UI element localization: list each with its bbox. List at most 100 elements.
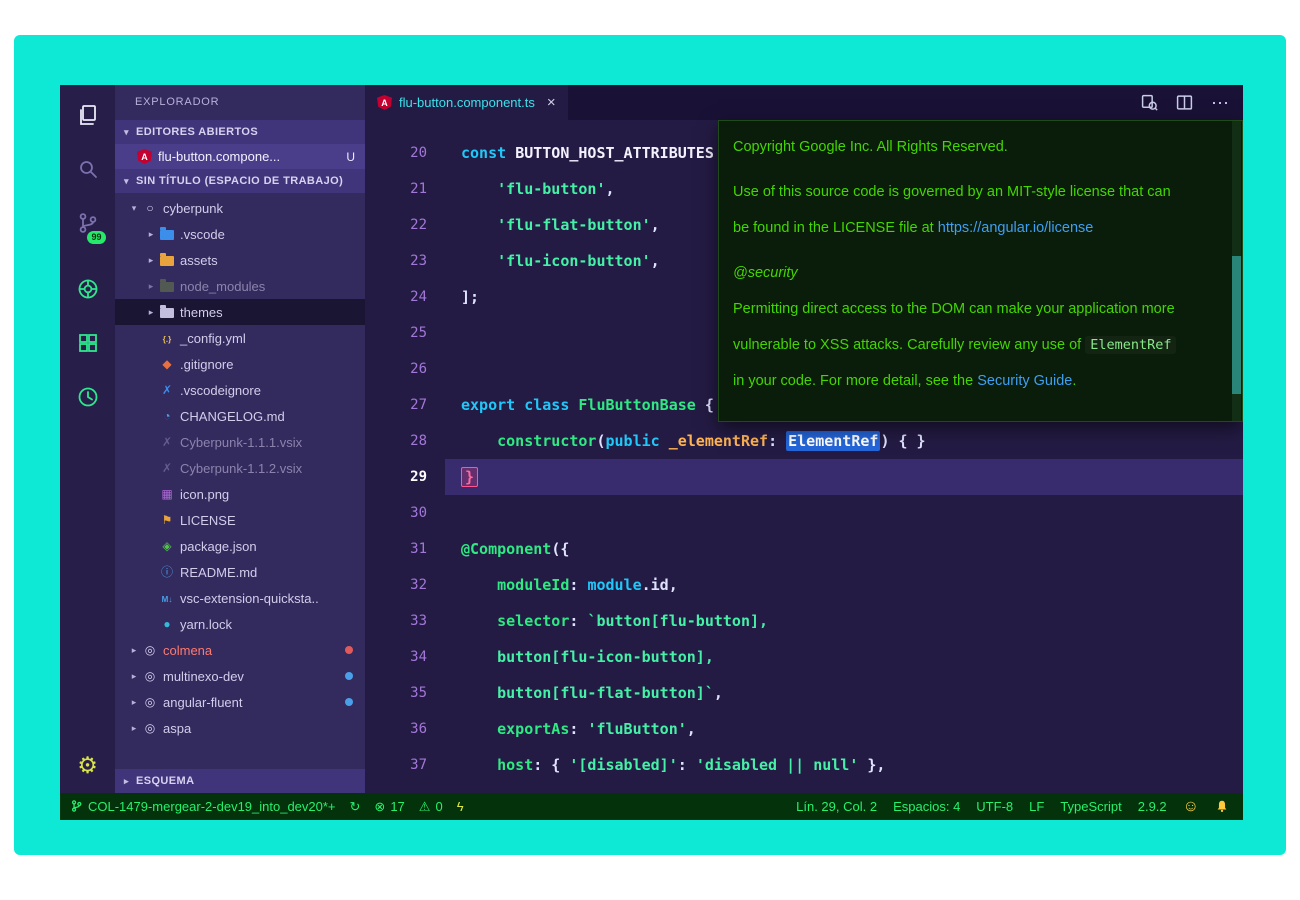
activity-bar: 99 ⚙ xyxy=(60,85,115,793)
statusbar-language-mode[interactable]: TypeScript xyxy=(1060,799,1121,814)
file-type-icon: ▦ xyxy=(158,488,176,500)
code-line[interactable]: 28 constructor(public _elementRef: Eleme… xyxy=(365,423,1243,459)
file-type-icon: ⚑ xyxy=(158,514,176,526)
tree-item-label: assets xyxy=(180,253,218,268)
code-line[interactable]: 34 button[flu-icon-button], xyxy=(365,639,1243,675)
tree-item-label: angular-fluent xyxy=(163,695,243,710)
tree-item[interactable]: ▸◎multinexo-dev xyxy=(115,663,365,689)
statusbar-feedback[interactable]: ☺ xyxy=(1183,799,1199,815)
code-line[interactable]: 31@Component({ xyxy=(365,531,1243,567)
activity-items: 99 xyxy=(73,101,103,437)
code-text: const BUTTON_HOST_ATTRIBUTES = [ xyxy=(445,144,750,162)
tab-flu-button-component[interactable]: A flu-button.component.ts × xyxy=(365,85,568,120)
activity-search-icon[interactable] xyxy=(73,155,103,183)
lightning-icon: ϟ xyxy=(457,800,464,813)
file-type-icon: ● xyxy=(158,618,176,630)
code-line[interactable]: 32 moduleId: module.id, xyxy=(365,567,1243,603)
outline-header[interactable]: ▸ ESQUEMA xyxy=(115,769,365,793)
open-changes-icon[interactable] xyxy=(1141,94,1158,111)
code-line[interactable]: 30 xyxy=(365,495,1243,531)
code-line[interactable]: 35 button[flu-flat-button]`, xyxy=(365,675,1243,711)
open-editor-item[interactable]: A flu-button.compone... U xyxy=(115,144,365,169)
tooltip-link[interactable]: https://angular.io/license xyxy=(938,220,1094,236)
tree-item-label: CHANGELOG.md xyxy=(180,409,285,424)
activity-extensions-icon[interactable] xyxy=(73,329,103,357)
file-type-icon: ◈ xyxy=(158,540,176,552)
code-text: exportAs: 'fluButton', xyxy=(445,720,696,738)
activity-source-control-icon[interactable]: 99 xyxy=(73,209,103,237)
activity-explorer-icon[interactable] xyxy=(73,101,103,129)
line-number: 20 xyxy=(365,145,445,161)
tree-item[interactable]: ◔CHANGELOG.md xyxy=(115,403,365,429)
code-text: moduleId: module.id, xyxy=(445,576,678,594)
file-type-icon: ◎ xyxy=(141,670,159,682)
file-type-icon: M↓ xyxy=(158,592,176,604)
tooltip-line: @security xyxy=(733,255,1228,291)
status-dot xyxy=(345,646,353,654)
tree-item[interactable]: M↓vsc-extension-quicksta.. xyxy=(115,585,365,611)
statusbar-ts-version[interactable]: 2.9.2 xyxy=(1138,799,1167,814)
statusbar-notifications[interactable] xyxy=(1215,799,1229,815)
tree-item[interactable]: ▸themes xyxy=(115,299,365,325)
statusbar-lightning[interactable]: ϟ xyxy=(457,800,464,813)
statusbar-branch-indicator[interactable]: COL-1479-mergear-2-dev19_into_dev20*+ xyxy=(70,799,336,815)
split-editor-icon[interactable] xyxy=(1176,94,1193,111)
line-number: 23 xyxy=(365,253,445,269)
status-right: Lín. 29, Col. 2 Espacios: 4 UTF-8 LF TypeScr… xyxy=(796,799,1233,815)
statusbar-warnings[interactable]: ⚠0 xyxy=(419,799,443,814)
close-icon[interactable]: × xyxy=(547,94,556,111)
tree-item-label: package.json xyxy=(180,539,257,554)
statusbar-errors[interactable]: ⊗17 xyxy=(374,799,404,814)
statusbar-sync-status[interactable]: ↻ xyxy=(350,800,361,813)
line-number: 27 xyxy=(365,397,445,413)
tree-item[interactable]: ◈ package.json xyxy=(115,533,365,559)
line-number: 31 xyxy=(365,541,445,557)
activity-history-icon[interactable] xyxy=(73,383,103,411)
statusbar-eol[interactable]: LF xyxy=(1029,799,1044,814)
more-actions-icon[interactable]: ⋯ xyxy=(1211,94,1229,112)
statusbar-encoding[interactable]: UTF-8 xyxy=(976,799,1013,814)
open-editors-header[interactable]: ▾ EDITORES ABIERTOS xyxy=(115,120,365,144)
tree-item-label: aspa xyxy=(163,721,191,736)
tree-item[interactable]: ●yarn.lock xyxy=(115,611,365,637)
statusbar-cursor-position[interactable]: Lín. 29, Col. 2 xyxy=(796,799,877,814)
statusbar-text: 17 xyxy=(390,799,404,814)
statusbar-indentation[interactable]: Espacios: 4 xyxy=(893,799,960,814)
activity-debug-icon[interactable] xyxy=(73,275,103,303)
tree-item[interactable]: ▸node_modules xyxy=(115,273,365,299)
code-line[interactable]: 36 exportAs: 'fluButton', xyxy=(365,711,1243,747)
tree-item[interactable]: ▾○cyberpunk xyxy=(115,195,365,221)
status-dot xyxy=(345,672,353,680)
code-text: selector: `button[flu-button], xyxy=(445,612,768,630)
code-text: button[flu-flat-button]`, xyxy=(445,684,723,702)
main-area: 99 ⚙ EXPLORADOR ▾ EDITORES ABIERTOS A fl… xyxy=(60,85,1243,793)
tree-item[interactable]: ▦icon.png xyxy=(115,481,365,507)
code-text: } xyxy=(445,468,478,486)
tree-item[interactable]: ⚑LICENSE xyxy=(115,507,365,533)
tree-item[interactable]: ✗.vscodeignore xyxy=(115,377,365,403)
code-line[interactable]: 29} xyxy=(365,459,1243,495)
tree-item[interactable]: ✗Cyberpunk-1.1.1.vsix xyxy=(115,429,365,455)
tree-item[interactable]: ◆.gitignore xyxy=(115,351,365,377)
statusbar-text: Espacios: 4 xyxy=(893,799,960,814)
tree-item-label: multinexo-dev xyxy=(163,669,244,684)
code-line[interactable]: 33 selector: `button[flu-button], xyxy=(365,603,1243,639)
tree-item[interactable]: ✗Cyberpunk-1.1.2.vsix xyxy=(115,455,365,481)
tree-item[interactable]: ▸◎angular-fluent xyxy=(115,689,365,715)
tree-item[interactable]: ▸◎colmena xyxy=(115,637,365,663)
tree-item[interactable]: ▸◎aspa xyxy=(115,715,365,741)
tooltip-link[interactable]: Security Guide xyxy=(977,373,1072,389)
workspace-header[interactable]: ▾ SIN TÍTULO (ESPACIO DE TRABAJO) xyxy=(115,169,365,193)
tab-label: flu-button.component.ts xyxy=(399,95,535,110)
code-text: 'flu-button', xyxy=(445,180,615,198)
code-line[interactable]: 37 host: { '[disabled]': 'disabled || nu… xyxy=(365,747,1243,783)
tree-item-label: .gitignore xyxy=(180,357,233,372)
tree-item[interactable]: ▸assets xyxy=(115,247,365,273)
tree-item[interactable]: ▸.vscode xyxy=(115,221,365,247)
settings-gear-icon[interactable]: ⚙ xyxy=(77,752,98,779)
tooltip-scrollbar[interactable] xyxy=(1232,256,1241,394)
tree-item[interactable]: ⓘREADME.md xyxy=(115,559,365,585)
file-type-icon xyxy=(158,306,176,318)
line-number: 35 xyxy=(365,685,445,701)
tree-item[interactable]: {.}_config.yml xyxy=(115,325,365,351)
